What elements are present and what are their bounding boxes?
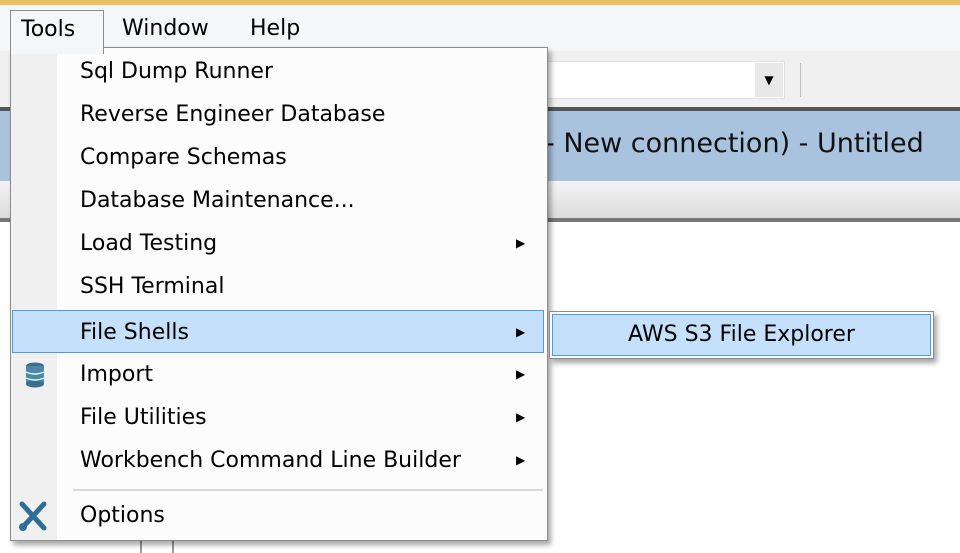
menu-item-options[interactable]: Options [12,494,545,537]
menu-item-aws-s3-file-explorer[interactable]: AWS S3 File Explorer [552,314,931,356]
menu-item-label: Workbench Command Line Builder [80,448,461,473]
menu-item-label: Sql Dump Runner [80,59,274,84]
tools-menu: Sql Dump Runner Reverse Engineer Databas… [10,47,548,541]
submenu-arrow-icon: ▶ [516,325,526,339]
menu-item-file-utilities[interactable]: File Utilities ▶ [12,396,545,439]
menu-item-label: Database Maintenance... [80,188,355,213]
menu-item-label: Options [80,503,165,528]
menu-item-reverse-engineer-database[interactable]: Reverse Engineer Database [12,93,545,136]
menu-item-compare-schemas[interactable]: Compare Schemas [12,136,545,179]
menu-tools[interactable]: Tools [10,10,104,54]
file-shells-submenu: AWS S3 File Explorer [549,311,934,359]
submenu-arrow-icon: ▶ [516,367,526,381]
menu-item-load-testing[interactable]: Load Testing ▶ [12,222,545,265]
submenu-arrow-icon: ▶ [516,453,526,467]
menu-item-label: Compare Schemas [80,145,287,170]
menu-item-database-maintenance[interactable]: Database Maintenance... [12,179,545,222]
connection-combo[interactable] [540,61,785,99]
menu-window[interactable]: Window [112,10,219,48]
menu-help[interactable]: Help [240,10,310,48]
menu-separator [73,489,543,491]
menu-item-label: Load Testing [80,231,218,256]
submenu-arrow-icon: ▶ [516,236,526,250]
menu-bar: Tools Window Help [0,5,960,54]
document-title: - New connection) - Untitled [545,128,924,159]
menu-item-label: Import [80,362,154,387]
menu-item-file-shells[interactable]: File Shells ▶ [12,310,544,353]
menu-item-sql-dump-runner[interactable]: Sql Dump Runner [12,50,545,93]
submenu-arrow-icon: ▶ [516,410,526,424]
toolbar-separator [800,63,801,97]
menu-item-label: Reverse Engineer Database [80,102,386,127]
database-icon [25,362,45,388]
menu-item-ssh-terminal[interactable]: SSH Terminal [12,265,545,308]
menu-item-workbench-command-line-builder[interactable]: Workbench Command Line Builder ▶ [12,439,545,482]
wrench-screwdriver-icon [19,501,47,531]
menu-item-label: SSH Terminal [80,274,225,299]
dropdown-arrow-icon[interactable]: ▼ [755,63,783,97]
menu-item-import[interactable]: Import ▶ [12,353,545,396]
menu-item-label: File Shells [80,320,189,345]
menu-item-label: File Utilities [80,405,207,430]
